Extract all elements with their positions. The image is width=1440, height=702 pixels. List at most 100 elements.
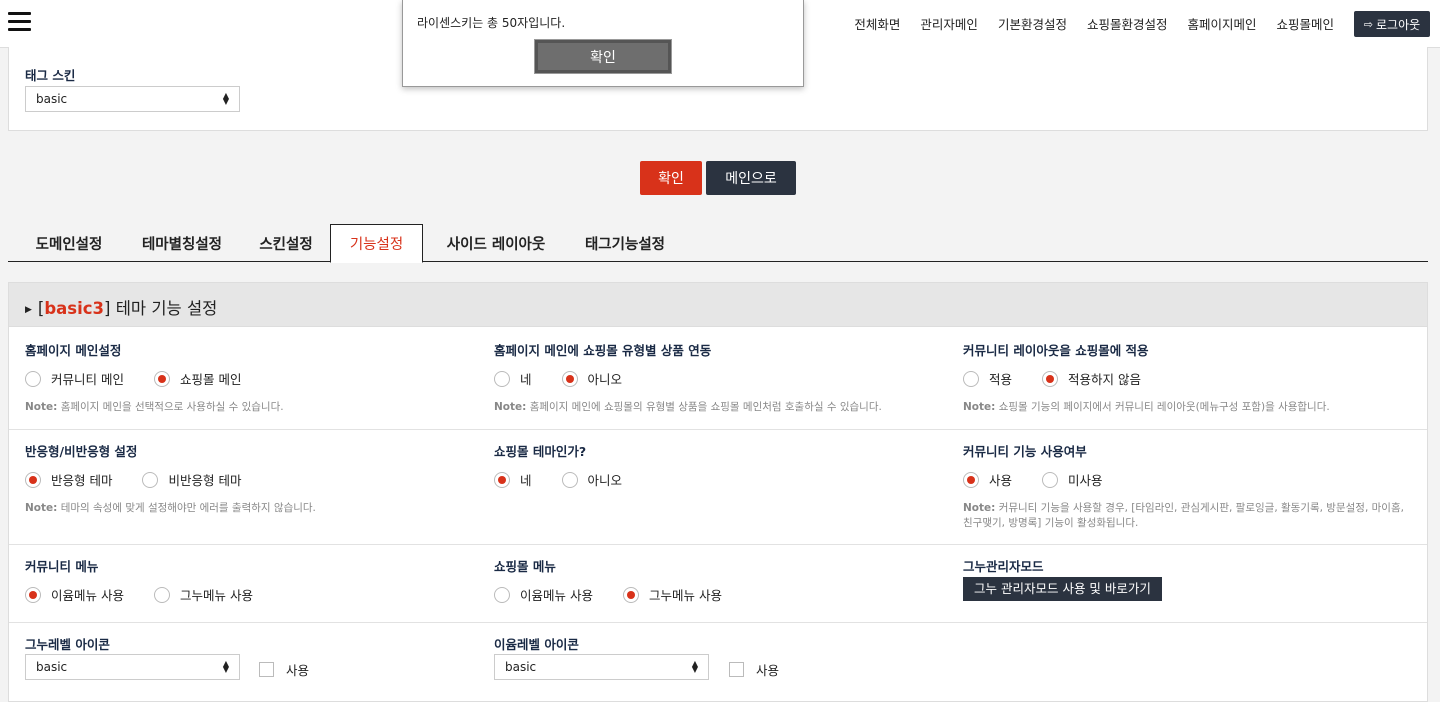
radio-circle bbox=[494, 586, 510, 603]
select-arrows-icon: ▲ ▼ bbox=[222, 91, 229, 106]
field-label: 커뮤니티 메뉴 bbox=[25, 559, 99, 574]
radio-circle bbox=[25, 370, 41, 387]
radio-eyoom-menu[interactable]: 이윰메뉴 사용 bbox=[494, 585, 593, 604]
radio-yes[interactable]: 네 bbox=[494, 369, 532, 388]
radio-circle-selected bbox=[622, 586, 639, 603]
eyoom-level-icon-label: 이윰레벨 아이콘 bbox=[494, 637, 579, 652]
tab-theme-alias[interactable]: 테마별칭설정 bbox=[122, 224, 242, 262]
field-label: 반응형/비반응형 설정 bbox=[25, 444, 138, 459]
nav-basic-settings[interactable]: 기본환경설정 bbox=[998, 14, 1067, 33]
field-community-layout: 커뮤니티 레이아웃을 쇼핑몰에 적용 적용 적용하지 않음 Note: 쇼핑몰 … bbox=[963, 340, 1413, 415]
tab-function[interactable]: 기능설정 bbox=[330, 224, 423, 263]
radio-circle-selected bbox=[153, 370, 170, 387]
field-note: Note: 홈페이지 메인을 선택적으로 사용하실 수 있습니다. bbox=[25, 401, 284, 413]
field-note: Note: 테마의 속성에 맞게 설정해야만 에러를 출력하지 않습니다. bbox=[25, 502, 316, 514]
field-label: 홈페이지 메인에 쇼핑몰 유형별 상품 연동 bbox=[494, 343, 712, 358]
field-label: 홈페이지 메인설정 bbox=[25, 343, 122, 358]
radio-community-main[interactable]: 커뮤니티 메인 bbox=[25, 369, 124, 388]
section-header: ▶ [basic3] 테마 기능 설정 bbox=[9, 283, 1427, 327]
gnu-level-icon-checkbox[interactable]: 사용 bbox=[259, 660, 309, 679]
radio-circle bbox=[494, 370, 510, 387]
nav-admin-main[interactable]: 관리자메인 bbox=[920, 14, 978, 33]
tab-domain[interactable]: 도메인설정 bbox=[16, 224, 122, 262]
nav-fullscreen[interactable]: 전체화면 bbox=[854, 14, 900, 33]
sign-out-icon: ⇨ bbox=[1363, 17, 1374, 31]
alert-ok-button[interactable]: 확인 bbox=[534, 39, 672, 74]
top-nav: 전체화면 관리자메인 기본환경설정 쇼핑몰환경설정 홈페이지메인 쇼핑몰메인 bbox=[834, 14, 1334, 33]
radio-non-responsive[interactable]: 비반응형 테마 bbox=[142, 470, 241, 489]
alert-message: 라이센스키는 총 50자입니다. bbox=[417, 16, 566, 30]
radio-yes[interactable]: 네 bbox=[494, 470, 532, 489]
field-home-main: 홈페이지 메인설정 커뮤니티 메인 쇼핑몰 메인 Note: 홈페이지 메인을 … bbox=[25, 340, 284, 415]
select-arrows-icon: ▲ ▼ bbox=[691, 659, 698, 674]
radio-circle-selected bbox=[561, 370, 578, 387]
tag-skin-value: basic bbox=[36, 92, 68, 106]
radio-eyoom-menu[interactable]: 이윰메뉴 사용 bbox=[25, 585, 124, 604]
theme-function-section: ▶ [basic3] 테마 기능 설정 홈페이지 메인설정 커뮤니티 메인 쇼핑몰… bbox=[8, 282, 1428, 702]
eyoom-level-icon-checkbox[interactable]: 사용 bbox=[729, 660, 779, 679]
gnu-level-icon-select[interactable]: basic ▲ ▼ bbox=[25, 654, 240, 680]
radio-shop-main[interactable]: 쇼핑몰 메인 bbox=[153, 369, 241, 388]
select-arrows-icon: ▲ ▼ bbox=[222, 659, 229, 674]
radio-gnu-menu[interactable]: 그누메뉴 사용 bbox=[153, 585, 253, 604]
row-divider bbox=[9, 544, 1427, 545]
radio-circle-selected bbox=[25, 471, 41, 488]
radio-gnu-menu[interactable]: 그누메뉴 사용 bbox=[622, 585, 722, 604]
field-label: 쇼핑몰 메뉴 bbox=[494, 559, 556, 574]
field-label: 쇼핑몰 테마인가? bbox=[494, 444, 587, 459]
field-home-shop-link: 홈페이지 메인에 쇼핑몰 유형별 상품 연동 네 아니오 Note: 홈페이지 … bbox=[494, 340, 882, 415]
radio-apply[interactable]: 적용 bbox=[963, 369, 1012, 388]
tab-tag-function[interactable]: 태그기능설정 bbox=[566, 224, 684, 262]
radio-not-apply[interactable]: 적용하지 않음 bbox=[1042, 369, 1141, 388]
eyoom-level-icon-select[interactable]: basic ▲ ▼ bbox=[494, 654, 709, 680]
tag-skin-select[interactable]: basic ▲ ▼ bbox=[25, 86, 240, 112]
nav-shop-settings[interactable]: 쇼핑몰환경설정 bbox=[1087, 14, 1168, 33]
field-label: 그누관리자모드 bbox=[963, 559, 1044, 574]
radio-responsive[interactable]: 반응형 테마 bbox=[25, 470, 112, 489]
checkbox-box bbox=[729, 662, 744, 677]
field-note: Note: 커뮤니티 기능을 사용할 경우, [타임라인, 관심게시판, 팔로잉… bbox=[963, 502, 1404, 529]
radio-circle bbox=[1042, 471, 1059, 488]
gnu-level-icon-label: 그누레벨 아이콘 bbox=[25, 637, 110, 652]
field-community-use: 커뮤니티 기능 사용여부 사용 미사용 Note: 커뮤니티 기능을 사용할 경… bbox=[963, 441, 1413, 531]
field-shop-menu: 쇼핑몰 메뉴 이윰메뉴 사용 그누메뉴 사용 bbox=[494, 556, 752, 604]
radio-use[interactable]: 사용 bbox=[963, 470, 1012, 489]
main-button[interactable]: 메인으로 bbox=[706, 161, 796, 195]
caret-right-icon: ▶ bbox=[25, 305, 32, 315]
section-title: ▶ [basic3] 테마 기능 설정 bbox=[25, 299, 218, 318]
tab-skin[interactable]: 스킨설정 bbox=[242, 224, 330, 262]
row-divider bbox=[9, 622, 1427, 623]
hamburger-menu-icon[interactable] bbox=[8, 12, 31, 32]
radio-circle bbox=[561, 471, 578, 488]
alert-dialog: 라이센스키는 총 50자입니다. 확인 bbox=[402, 0, 804, 87]
field-label: 커뮤니티 기능 사용여부 bbox=[963, 444, 1087, 459]
field-note: Note: 쇼핑몰 기능의 페이지에서 커뮤니티 레이아웃(메뉴구성 포함)을 … bbox=[963, 401, 1330, 413]
radio-circle bbox=[153, 586, 170, 603]
gnu-admin-button[interactable]: 그누 관리자모드 사용 및 바로가기 bbox=[963, 577, 1162, 601]
nav-shop-main[interactable]: 쇼핑몰메인 bbox=[1276, 14, 1334, 33]
theme-name: basic3 bbox=[44, 299, 105, 318]
field-note: Note: 홈페이지 메인에 쇼핑몰의 유형별 상품을 쇼핑몰 메인처럼 호출하… bbox=[494, 401, 882, 413]
field-responsive: 반응형/비반응형 설정 반응형 테마 비반응형 테마 Note: 테마의 속성에… bbox=[25, 441, 316, 516]
radio-no[interactable]: 아니오 bbox=[561, 369, 622, 388]
confirm-button[interactable]: 확인 bbox=[640, 161, 702, 195]
row-divider bbox=[9, 429, 1427, 430]
radio-circle-selected bbox=[963, 471, 979, 488]
nav-home-main[interactable]: 홈페이지메인 bbox=[1187, 14, 1256, 33]
field-community-menu: 커뮤니티 메뉴 이윰메뉴 사용 그누메뉴 사용 bbox=[25, 556, 283, 604]
radio-circle-selected bbox=[25, 586, 41, 603]
radio-circle-selected bbox=[1042, 370, 1059, 387]
radio-no[interactable]: 아니오 bbox=[561, 470, 622, 489]
radio-circle bbox=[142, 471, 159, 488]
field-label: 커뮤니티 레이아웃을 쇼핑몰에 적용 bbox=[963, 343, 1149, 358]
tag-skin-label: 태그 스킨 bbox=[25, 68, 76, 83]
logout-button[interactable]: ⇨ 로그아웃 bbox=[1354, 11, 1430, 37]
checkbox-box bbox=[259, 662, 274, 677]
tab-side-layout[interactable]: 사이드 레이아웃 bbox=[426, 224, 566, 262]
settings-tabs: 도메인설정 테마별칭설정 스킨설정 기능설정 사이드 레이아웃 태그기능설정 bbox=[8, 224, 1428, 263]
radio-not-use[interactable]: 미사용 bbox=[1042, 470, 1103, 489]
logout-label: 로그아웃 bbox=[1376, 17, 1421, 32]
radio-circle bbox=[963, 370, 979, 387]
radio-circle-selected bbox=[494, 471, 510, 488]
field-gnu-admin: 그누관리자모드 bbox=[963, 556, 1044, 575]
